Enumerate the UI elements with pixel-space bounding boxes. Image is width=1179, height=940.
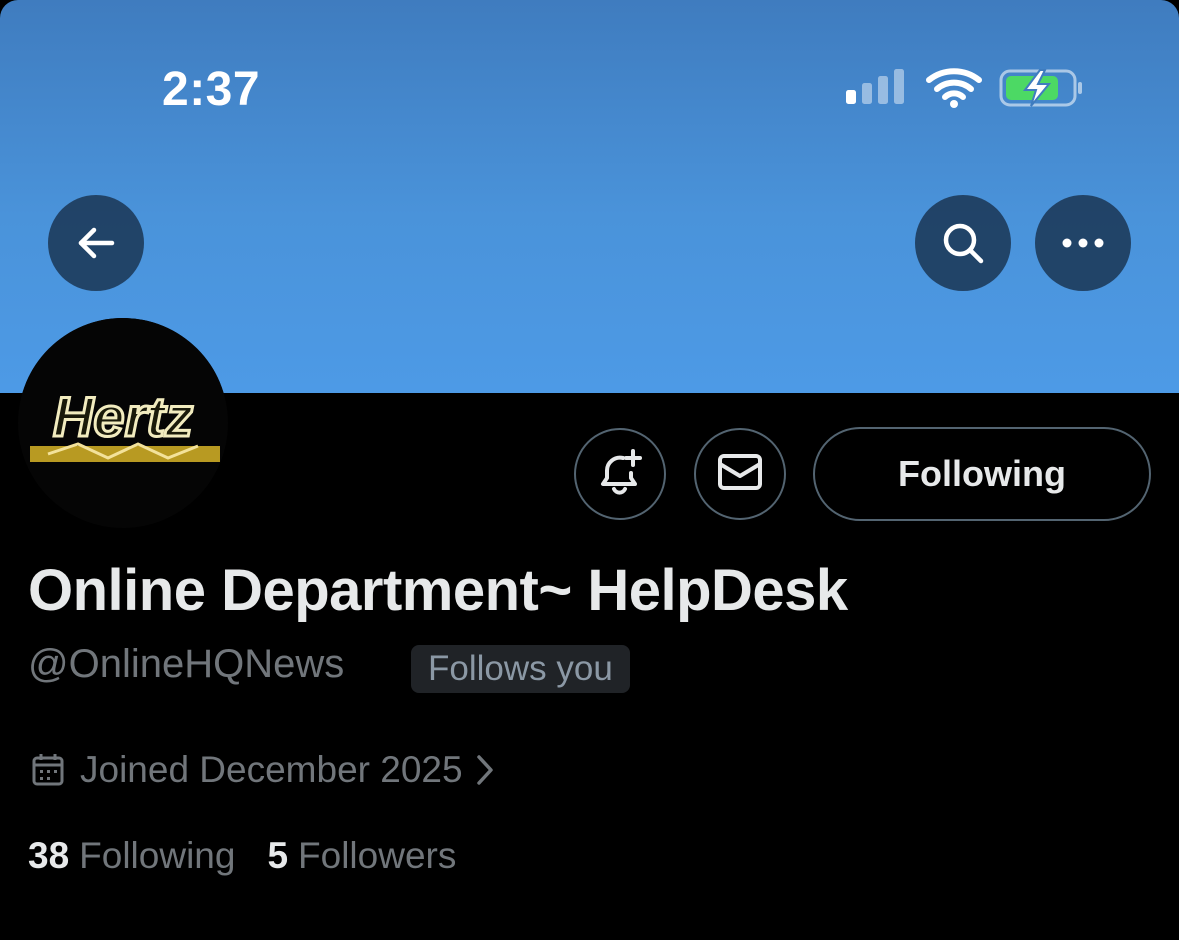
back-button[interactable] bbox=[48, 195, 144, 291]
battery-charging-icon bbox=[999, 69, 1082, 107]
message-button[interactable] bbox=[694, 428, 786, 520]
bell-plus-icon bbox=[595, 447, 645, 502]
following-count: 38 bbox=[28, 835, 70, 876]
search-icon bbox=[939, 219, 987, 267]
avatar-logo-text: Hertz bbox=[53, 385, 193, 448]
search-button[interactable] bbox=[915, 195, 1011, 291]
following-button[interactable]: Following bbox=[813, 427, 1151, 521]
followers-label: Followers bbox=[298, 835, 457, 876]
status-time: 2:37 bbox=[162, 63, 261, 116]
more-button[interactable] bbox=[1035, 195, 1131, 291]
chevron-right-icon bbox=[475, 752, 495, 788]
arrow-left-icon bbox=[74, 221, 118, 265]
wifi-dot bbox=[950, 100, 958, 108]
followers-count: 5 bbox=[267, 835, 289, 876]
display-name: Online Department~ HelpDesk bbox=[28, 558, 848, 623]
status-icons bbox=[843, 66, 1088, 110]
cellular-signal-icon bbox=[846, 69, 904, 104]
followers-stat[interactable]: 5 Followers bbox=[267, 835, 456, 877]
wifi-icon bbox=[926, 68, 982, 100]
calendar-icon bbox=[30, 752, 66, 788]
joined-date[interactable]: Joined December 2025 bbox=[30, 746, 495, 794]
more-horizontal-icon bbox=[1061, 237, 1105, 249]
follows-you-badge: Follows you bbox=[411, 645, 630, 693]
joined-label: Joined December 2025 bbox=[80, 749, 463, 790]
following-label: Following bbox=[79, 835, 236, 876]
profile-handle: @OnlineHQNews bbox=[28, 642, 345, 686]
following-stat[interactable]: 38 Following bbox=[28, 835, 235, 877]
follow-stats: 38 Following 5 Followers bbox=[28, 832, 456, 880]
notifications-button[interactable] bbox=[574, 428, 666, 520]
envelope-icon bbox=[716, 452, 764, 497]
avatar[interactable]: Hertz bbox=[18, 318, 228, 528]
